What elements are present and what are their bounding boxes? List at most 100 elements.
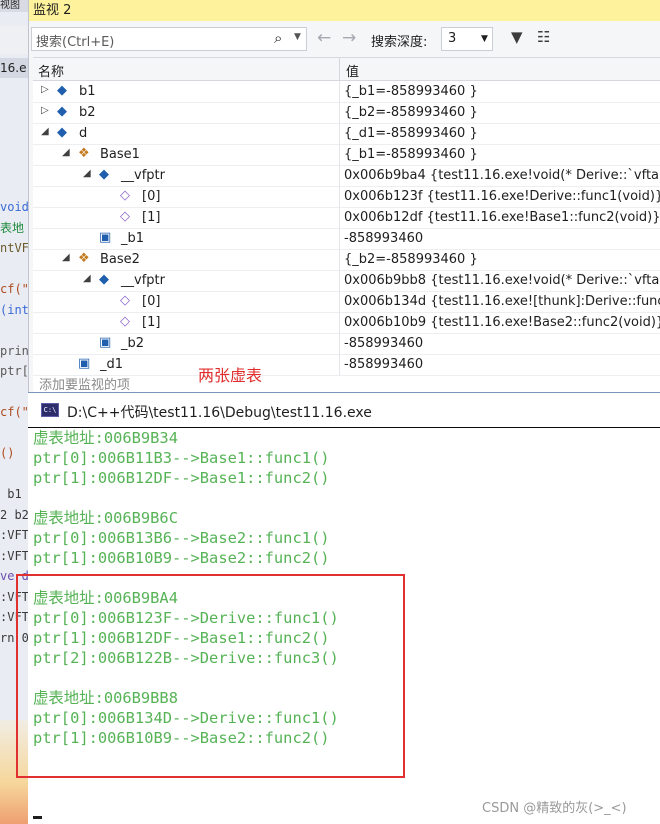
code-fragment-line: void <box>0 200 28 214</box>
watermark: CSDN @精致的灰(>_<) <box>482 801 627 816</box>
base-class-icon: ❖ <box>78 251 90 266</box>
chevron-down-icon[interactable]: ▼ <box>481 34 488 44</box>
editor-toolbar-fragment <box>0 26 28 54</box>
watch-row-value: -858993460 <box>344 336 424 351</box>
watch-row[interactable]: ▣ _d1 -858993460 <box>33 354 660 376</box>
watch-row[interactable]: ◢ ◆ __vfptr 0x006b9ba4 {test11.16.exe!void(… <box>33 165 660 187</box>
search-depth-value: 3 <box>448 31 457 46</box>
code-fragment-line: 表地 <box>0 220 25 235</box>
watch-row-name: _d1 <box>100 357 124 372</box>
code-fragment-line: cf(" <box>0 282 28 296</box>
watch-row[interactable]: ▷ ◆ b1 {_b1=-858993460 } <box>33 81 660 103</box>
watch-row-name: _b2 <box>121 336 145 351</box>
display-format-icon[interactable]: ☷ <box>537 28 550 46</box>
search-options-dropdown-icon[interactable]: ▼ <box>294 32 301 42</box>
member-icon: ◇ <box>120 188 130 203</box>
code-fragment-line: prin <box>0 343 28 358</box>
collapse-arrow-icon[interactable]: ◢ <box>62 147 70 158</box>
console-title: D:\C++代码\test11.16\Debug\test11.16.exe <box>67 405 372 421</box>
watch-window: 监视 2 搜索(Ctrl+E) ⌕ ▼ ← → 搜索深度: 3 ▼ ▼ ☷ 名称… <box>28 0 660 393</box>
console-line: 虚表地址:006B9B34 <box>33 429 178 447</box>
watch-row-value: 0x006b12df {test11.16.exe!Base1::func2(v… <box>344 210 660 225</box>
watch-row[interactable]: ◢ ❖ Base2 {_b2=-858993460 } <box>33 249 660 271</box>
watch-row[interactable]: ◢ ❖ Base1 {_b1=-858993460 } <box>33 144 660 166</box>
base-class-icon: ❖ <box>78 146 90 161</box>
code-fragment-line: (int <box>0 302 28 317</box>
watch-row-name: d <box>79 126 88 141</box>
code-fragment-line: () <box>0 446 15 460</box>
watch-row-name: Base1 <box>100 147 140 162</box>
watch-row-value: -858993460 <box>344 231 424 246</box>
console-title-bar[interactable]: C:\ D:\C++代码\test11.16\Debug\test11.16.e… <box>28 392 660 427</box>
object-icon: ◆ <box>57 125 67 140</box>
watch-row[interactable]: ◇ [0] 0x006b134d {test11.16.exe![thunk]:De… <box>33 291 660 313</box>
collapse-arrow-icon[interactable]: ◢ <box>62 252 70 263</box>
menu-view[interactable]: 视图 <box>0 0 28 12</box>
code-fragment-line: :VFT <box>0 548 28 563</box>
watch-row[interactable]: ◇ [0] 0x006b123f {test11.16.exe!Derive::fu… <box>33 186 660 208</box>
watch-row[interactable]: ◇ [1] 0x006b10b9 {test11.16.exe!Base2::fun… <box>33 312 660 334</box>
collapse-arrow-icon[interactable]: ◢ <box>41 126 49 137</box>
forward-arrow-icon[interactable]: → <box>342 28 356 48</box>
console-line: ptr[1]:006B10B9-->Base2::func2() <box>33 549 330 567</box>
console-line: 虚表地址:006B9B6C <box>33 509 178 527</box>
highlight-box <box>16 574 405 778</box>
pin-icon[interactable]: ▼ <box>511 28 523 46</box>
watch-row-value: 0x006b123f {test11.16.exe!Derive::func1(… <box>344 189 660 204</box>
watch-row-name: [1] <box>142 315 161 330</box>
watch-row-value: 0x006b9bb8 {test11.16.exe!void(* Derive:… <box>344 273 660 288</box>
watch-row-name: __vfptr <box>121 168 165 183</box>
column-header-name[interactable]: 名称 <box>38 61 64 80</box>
field-icon: ▣ <box>99 230 112 245</box>
code-fragment-line: ntVF <box>0 241 28 255</box>
watch-row[interactable]: ▷ ◆ b2 {_b2=-858993460 } <box>33 102 660 124</box>
watch-grid: 名称 值 ▷ ◆ b1 {_b1=-858993460 } ▷ ◆ b2 {_b2=-8589… <box>33 57 660 393</box>
watch-row-value: {_b2=-858993460 } <box>344 252 478 267</box>
watch-row-name: b2 <box>79 105 96 120</box>
object-icon: ◆ <box>99 167 109 182</box>
console-line: ptr[0]:006B13B6-->Base2::func1() <box>33 529 330 547</box>
field-icon: ▣ <box>99 335 112 350</box>
collapse-arrow-icon[interactable]: ◢ <box>83 168 91 179</box>
object-icon: ◆ <box>99 272 109 287</box>
object-icon: ◆ <box>57 83 67 98</box>
search-icon[interactable]: ⌕ <box>274 29 282 47</box>
console-app-icon: C:\ <box>41 403 59 417</box>
watch-row-value: -858993460 <box>344 357 424 372</box>
column-header-value[interactable]: 值 <box>346 61 359 80</box>
watch-row-value: 0x006b10b9 {test11.16.exe!Base2::func2(v… <box>344 315 660 330</box>
watch-row-value: {_d1=-858993460 } <box>344 126 478 141</box>
search-depth-select[interactable]: 3 ▼ <box>441 27 493 51</box>
back-arrow-icon[interactable]: ← <box>317 28 331 48</box>
field-icon: ▣ <box>78 356 91 371</box>
expand-arrow-icon[interactable]: ▷ <box>41 84 49 95</box>
watch-row-value: {_b2=-858993460 } <box>344 105 478 120</box>
code-fragment-line: ptr[ <box>0 364 28 378</box>
console-cursor <box>33 816 42 819</box>
watch-row-name: [0] <box>142 294 161 309</box>
console-line: ptr[1]:006B12DF-->Base1::func2() <box>33 469 330 487</box>
watch-row-name: [1] <box>142 210 161 225</box>
code-fragment-line: cf(" <box>0 405 28 419</box>
watch-row[interactable]: ◢ ◆ d {_d1=-858993460 } <box>33 123 660 145</box>
search-input[interactable]: 搜索(Ctrl+E) ⌕ ▼ <box>31 27 307 51</box>
watch-row[interactable]: ◢ ◆ __vfptr 0x006b9bb8 {test11.16.exe!void(… <box>33 270 660 292</box>
collapse-arrow-icon[interactable]: ◢ <box>83 273 91 284</box>
console-line: ptr[0]:006B11B3-->Base1::func1() <box>33 449 330 467</box>
search-placeholder: 搜索(Ctrl+E) <box>36 35 115 50</box>
watch-row-value: 0x006b134d {test11.16.exe![thunk]:Derive… <box>344 294 660 309</box>
watch-row[interactable]: ◇ [1] 0x006b12df {test11.16.exe!Base1::fun… <box>33 207 660 229</box>
object-icon: ◆ <box>57 104 67 119</box>
annotation-text: 两张虚表 <box>198 366 263 385</box>
watch-window-title[interactable]: 监视 2 <box>29 0 660 21</box>
watch-row[interactable]: ▣ _b2 -858993460 <box>33 333 660 355</box>
member-icon: ◇ <box>120 293 130 308</box>
watch-row[interactable]: ▣ _b1 -858993460 <box>33 228 660 250</box>
code-fragment-line: :VFT <box>0 528 28 542</box>
watch-row-name: b1 <box>79 84 96 99</box>
watch-row-name: __vfptr <box>121 273 165 288</box>
grid-header: 名称 值 <box>33 58 660 81</box>
editor-tab-fragment[interactable]: 16.e <box>0 58 28 78</box>
expand-arrow-icon[interactable]: ▷ <box>41 105 49 116</box>
add-watch-placeholder[interactable]: 添加要监视的项 <box>39 374 130 393</box>
